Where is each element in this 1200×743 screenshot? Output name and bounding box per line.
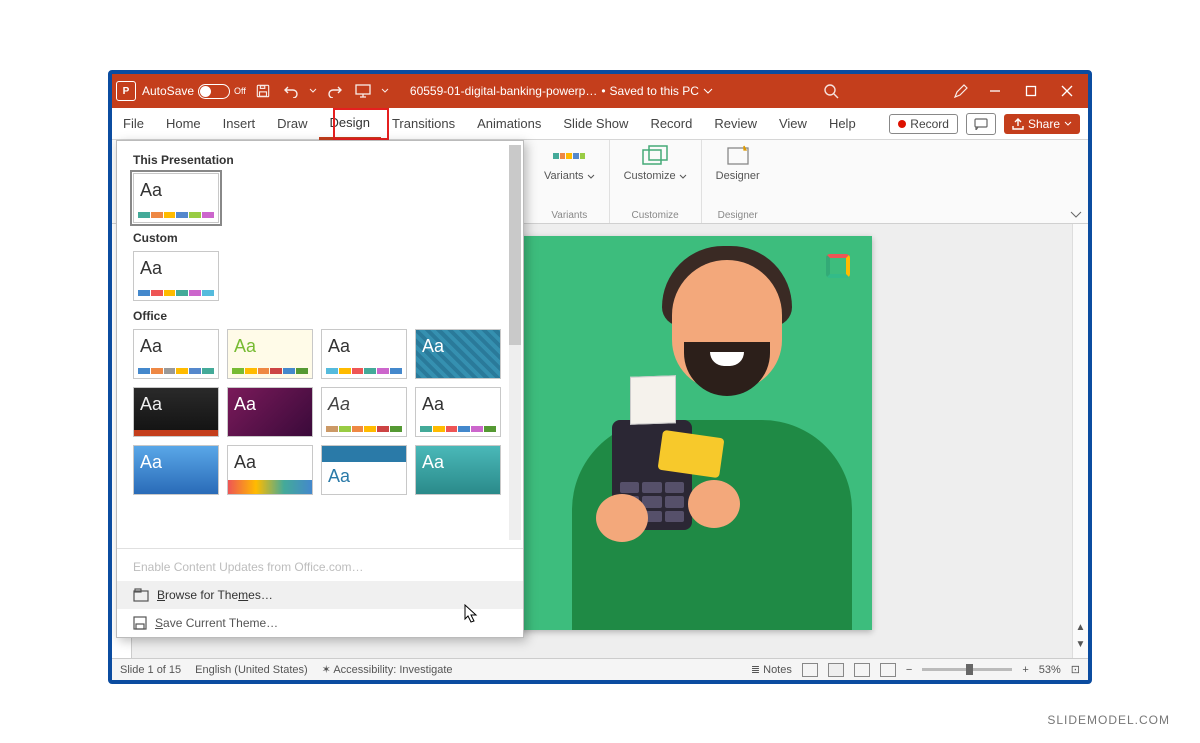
group-customize: Customize Customize [610, 140, 702, 223]
slide-counter[interactable]: Slide 1 of 15 [120, 664, 181, 676]
theme-tile[interactable]: Aa [321, 387, 407, 437]
notes-toggle[interactable]: ≣ Notes [751, 663, 792, 676]
autosave-label: AutoSave [142, 84, 194, 98]
app-icon: P [116, 81, 136, 101]
tab-help[interactable]: Help [818, 108, 867, 140]
cursor-icon [464, 604, 478, 624]
sorter-view-icon[interactable] [828, 663, 844, 677]
language-status[interactable]: English (United States) [195, 664, 308, 676]
section-custom: Custom [133, 231, 507, 245]
theme-tile[interactable]: Aa [227, 387, 313, 437]
designer-button[interactable]: Designer [716, 144, 760, 182]
theme-tile[interactable]: Aa [415, 387, 501, 437]
zoom-slider[interactable] [922, 668, 1012, 671]
reading-view-icon[interactable] [854, 663, 870, 677]
share-button[interactable]: Share [1004, 114, 1080, 134]
record-button[interactable]: Record [889, 114, 958, 134]
browse-for-themes[interactable]: Browse for Themes… [117, 581, 523, 609]
search-icon [823, 83, 839, 99]
theme-tile[interactable]: Aa [133, 387, 219, 437]
section-this-presentation: This Presentation [133, 153, 507, 167]
search-button[interactable] [719, 83, 944, 99]
accessibility-status[interactable]: ✶ Accessibility: Investigate [322, 663, 453, 676]
undo-icon[interactable] [280, 80, 302, 102]
theme-tile[interactable]: Aa [133, 445, 219, 495]
theme-tile[interactable]: Aa [321, 329, 407, 379]
theme-tile[interactable]: Aa [133, 329, 219, 379]
close-button[interactable] [1050, 76, 1084, 106]
maximize-button[interactable] [1014, 76, 1048, 106]
normal-view-icon[interactable] [802, 663, 818, 677]
tab-draw[interactable]: Draw [266, 108, 318, 140]
group-designer: Designer Designer [702, 140, 774, 223]
tab-slideshow[interactable]: Slide Show [552, 108, 639, 140]
themes-scroll-area[interactable]: This Presentation Aa Custom Aa Office Aa… [117, 141, 523, 544]
variants-button[interactable]: Variants [544, 144, 595, 182]
theme-tile[interactable]: Aa [133, 173, 219, 223]
undo-dropdown-icon[interactable] [308, 80, 318, 102]
enable-content-updates: Enable Content Updates from Office.com… [117, 553, 523, 581]
next-slide-icon[interactable]: ▼ [1076, 639, 1086, 650]
autosave-toggle[interactable]: AutoSave Off [142, 84, 246, 99]
tab-animations[interactable]: Animations [466, 108, 552, 140]
tab-design[interactable]: Design [319, 108, 381, 140]
theme-tile[interactable]: Aa [415, 329, 501, 379]
save-icon[interactable] [252, 80, 274, 102]
fit-window-icon[interactable]: ⊡ [1071, 663, 1080, 676]
autosave-state: Off [234, 86, 246, 96]
tab-insert[interactable]: Insert [212, 108, 267, 140]
minimize-button[interactable] [978, 76, 1012, 106]
qat-more-icon[interactable] [380, 80, 390, 102]
section-office: Office [133, 309, 507, 323]
zoom-out-icon[interactable]: − [906, 664, 912, 676]
theme-tile[interactable]: Aa [227, 329, 313, 379]
watermark: SLIDEMODEL.COM [1047, 713, 1170, 727]
tab-transitions[interactable]: Transitions [381, 108, 466, 140]
tab-view[interactable]: View [768, 108, 818, 140]
chevron-down-icon [1064, 121, 1072, 127]
powerpoint-window: P AutoSave Off 60559-01-digital-banking-… [108, 70, 1092, 684]
theme-tile[interactable]: Aa [227, 445, 313, 495]
share-icon [1012, 118, 1024, 130]
present-icon[interactable] [352, 80, 374, 102]
slideshow-view-icon[interactable] [880, 663, 896, 677]
save-icon [133, 616, 147, 630]
save-current-theme[interactable]: Save Current Theme… [117, 609, 523, 637]
tab-record[interactable]: Record [639, 108, 703, 140]
tab-review[interactable]: Review [703, 108, 768, 140]
draw-pen-icon[interactable] [950, 80, 972, 102]
tab-home[interactable]: Home [155, 108, 212, 140]
browse-icon [133, 588, 149, 602]
vertical-scroll-area[interactable]: ▲ ▼ [1072, 224, 1088, 658]
document-title[interactable]: 60559-01-digital-banking-powerp… • Saved… [410, 84, 713, 98]
group-variants: Variants Variants [530, 140, 610, 223]
scrollbar-thumb[interactable] [509, 145, 521, 345]
prev-slide-icon[interactable]: ▲ [1076, 622, 1086, 633]
slide-size-button[interactable]: Customize [624, 144, 687, 182]
slide-illustration [532, 236, 872, 630]
title-bar: P AutoSave Off 60559-01-digital-banking-… [112, 74, 1088, 108]
redo-icon[interactable] [324, 80, 346, 102]
collapse-ribbon-icon[interactable] [1070, 140, 1088, 223]
comments-button[interactable] [966, 113, 996, 135]
theme-tile[interactable]: Aa [133, 251, 219, 301]
toggle-switch[interactable] [198, 84, 230, 99]
theme-tile[interactable]: Aa [321, 445, 407, 495]
zoom-percent[interactable]: 53% [1039, 664, 1061, 676]
themes-gallery-dropdown: This Presentation Aa Custom Aa Office Aa… [116, 140, 524, 638]
theme-tile[interactable]: Aa [415, 445, 501, 495]
chevron-down-icon [703, 88, 713, 94]
zoom-in-icon[interactable]: + [1022, 664, 1028, 676]
ribbon-tabs: File Home Insert Draw Design Transitions… [112, 108, 1088, 140]
tab-file[interactable]: File [112, 108, 155, 140]
status-bar: Slide 1 of 15 English (United States) ✶ … [112, 658, 1088, 680]
